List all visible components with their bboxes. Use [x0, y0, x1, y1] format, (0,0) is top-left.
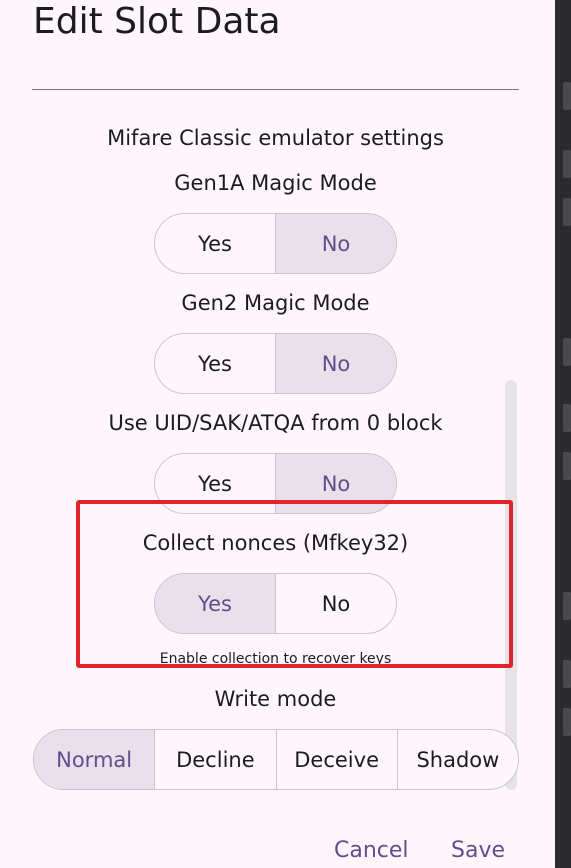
uid-block0-no-option[interactable]: No: [275, 454, 396, 513]
collect-nonces-toggle: Yes No: [154, 573, 397, 634]
gen1a-toggle: Yes No: [154, 213, 397, 274]
gen1a-yes-option[interactable]: Yes: [155, 214, 275, 273]
background-item: [563, 708, 571, 736]
collect-nonces-no-option[interactable]: No: [275, 574, 396, 633]
background-item: [563, 404, 571, 432]
cancel-button[interactable]: Cancel: [334, 838, 409, 863]
save-button[interactable]: Save: [451, 838, 505, 863]
background-item: [563, 452, 571, 480]
title-divider: [32, 89, 519, 90]
uid-block0-toggle: Yes No: [154, 453, 397, 514]
uid-block0-yes-option[interactable]: Yes: [155, 454, 275, 513]
write-mode-selector: Normal Decline Deceive Shadow: [33, 729, 519, 790]
gen1a-no-option[interactable]: No: [275, 214, 396, 273]
write-mode-label: Write mode: [214, 687, 337, 711]
background-item: [563, 592, 571, 620]
background-item: [563, 150, 571, 178]
collect-nonces-helper: Enable collection to recover keys: [159, 651, 392, 667]
gen2-toggle: Yes No: [154, 333, 397, 394]
gen2-no-option[interactable]: No: [275, 334, 396, 393]
background-screen: [555, 0, 571, 868]
collect-nonces-label: Collect nonces (Mfkey32): [142, 531, 409, 555]
dialog-title: Edit Slot Data: [33, 1, 281, 42]
edit-slot-dialog: Edit Slot Data Mifare Classic emulator s…: [0, 0, 555, 868]
scrollbar[interactable]: [505, 380, 517, 790]
gen2-label: Gen2 Magic Mode: [181, 291, 370, 315]
background-item: [563, 198, 571, 226]
collect-nonces-yes-option[interactable]: Yes: [155, 574, 275, 633]
uid-block0-label: Use UID/SAK/ATQA from 0 block: [108, 411, 443, 435]
gen2-yes-option[interactable]: Yes: [155, 334, 275, 393]
write-mode-normal-option[interactable]: Normal: [34, 730, 155, 789]
background-item: [563, 660, 571, 688]
background-item: [563, 338, 571, 366]
write-mode-shadow-option[interactable]: Shadow: [396, 730, 518, 789]
write-mode-decline-option[interactable]: Decline: [154, 730, 275, 789]
write-mode-deceive-option[interactable]: Deceive: [275, 730, 397, 789]
section-title: Mifare Classic emulator settings: [107, 126, 444, 150]
background-item: [563, 82, 571, 110]
gen1a-label: Gen1A Magic Mode: [174, 171, 377, 195]
